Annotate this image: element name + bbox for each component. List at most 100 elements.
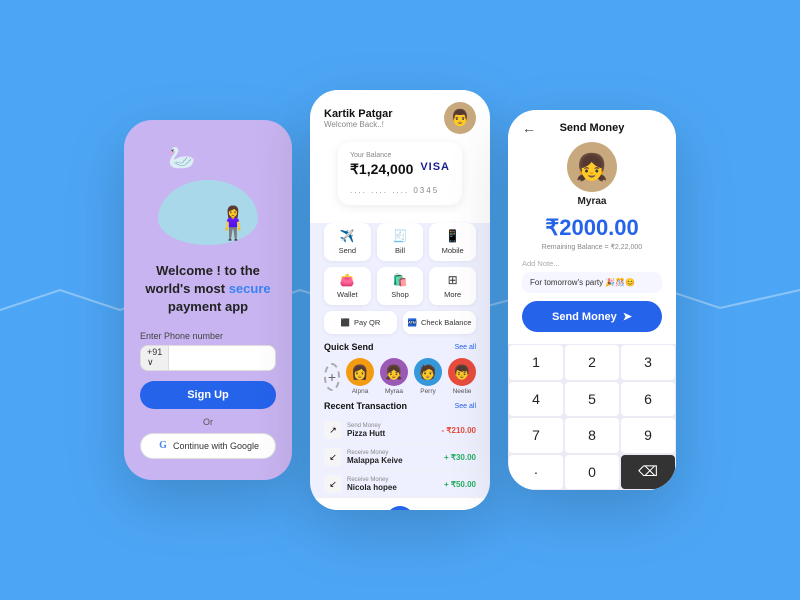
send-money-top: ← Send Money 👧 Myraa ₹2000.00 Remaining …	[508, 110, 676, 344]
txn-info-1: Send Money Pizza Hutt	[347, 423, 385, 438]
key-0[interactable]: 0	[565, 455, 619, 490]
mobile-button[interactable]: 📱 Mobile	[429, 223, 476, 261]
person-icon: 🧍‍♀️	[213, 204, 253, 242]
more-button[interactable]: ⊞ More	[429, 267, 476, 305]
key-1[interactable]: 1	[509, 345, 563, 380]
contact-name-myraa: Myraa	[385, 388, 403, 395]
txn-left-3: ↙ Receive Money Nicola hopee	[324, 475, 397, 493]
txn-icon-2: ↙	[324, 448, 342, 466]
transaction-row-2[interactable]: ↙ Receive Money Malappa Keive + ₹30.00	[324, 444, 476, 471]
balance-icon: 🏧	[408, 318, 417, 327]
country-code-selector[interactable]: +91 ∨	[141, 346, 169, 370]
quick-send-title: Quick Send	[324, 342, 374, 352]
transaction-row-3[interactable]: ↙ Receive Money Nicola hopee + ₹50.00	[324, 471, 476, 498]
contacts-row: + 👩 Alpna 👧 Myraa 🧑 Perry 👦 Neetie	[324, 358, 476, 395]
txn-amount-1: - ₹210.00	[442, 426, 476, 435]
contact-avatar-neetie: 👦	[448, 358, 476, 386]
remaining-balance: Remaining Balance = ₹2,22,000	[522, 243, 662, 251]
transaction-row-1[interactable]: ↗ Send Money Pizza Hutt - ₹210.00	[324, 417, 476, 444]
wide-action-buttons: ⬛ Pay QR 🏧 Check Balance	[310, 311, 490, 334]
txn-info-3: Receive Money Nicola hopee	[347, 477, 397, 492]
quick-send-see-all[interactable]: See all	[455, 344, 476, 351]
recent-transactions-section: Recent Transaction See all ↗ Send Money …	[310, 401, 490, 498]
shop-icon: 🛍️	[393, 273, 408, 287]
send-amount: ₹2000.00	[522, 215, 662, 241]
add-contact-button[interactable]: +	[324, 363, 340, 391]
phone-number-label: Enter Phone number	[140, 331, 223, 341]
contact-neetie[interactable]: 👦 Neetie	[448, 358, 476, 395]
user-info-row: Kartik Patgar Welcome Back..! 👨	[324, 102, 476, 134]
user-avatar[interactable]: 👨	[444, 102, 476, 134]
card-number: .... .... .... 0345	[350, 186, 450, 195]
contact-avatar-myraa: 👧	[380, 358, 408, 386]
signup-button[interactable]: Sign Up	[140, 381, 276, 409]
bill-icon: 🧾	[393, 229, 408, 243]
contact-avatar-perry: 🧑	[414, 358, 442, 386]
key-4[interactable]: 4	[509, 382, 563, 417]
note-label: Add Note...	[522, 259, 662, 268]
quick-send-section: Quick Send See all + 👩 Alpna 👧 Myraa 🧑 P…	[310, 342, 490, 395]
phone-number-input[interactable]	[169, 346, 276, 370]
recent-see-all[interactable]: See all	[455, 403, 476, 410]
dashboard-header: Kartik Patgar Welcome Back..! 👨 Your Bal…	[310, 90, 490, 223]
txn-amount-2: + ₹30.00	[444, 453, 476, 462]
key-8[interactable]: 8	[565, 418, 619, 453]
key-5[interactable]: 5	[565, 382, 619, 417]
send-money-title: Send Money	[560, 122, 625, 134]
txn-name-2: Malappa Keive	[347, 456, 403, 465]
key-dot[interactable]: ·	[509, 455, 563, 490]
txn-icon-3: ↙	[324, 475, 342, 493]
visa-logo: VISA	[420, 161, 450, 173]
txn-left-1: ↗ Send Money Pizza Hutt	[324, 421, 385, 439]
contact-name-alpna: Alpna	[352, 388, 369, 395]
txn-left-2: ↙ Receive Money Malappa Keive	[324, 448, 403, 466]
contact-name-neetie: Neetie	[453, 388, 472, 395]
phones-container: 🦢 🧍‍♀️ Welcome ! to the world's most sec…	[124, 90, 676, 510]
arrow-icon: ➤	[623, 310, 632, 323]
keypad: 1 2 3 4 5 6 7 8 9 · 0 ⌫	[508, 344, 676, 490]
key-9[interactable]: 9	[621, 418, 675, 453]
contact-perry[interactable]: 🧑 Perry	[414, 358, 442, 395]
balance-card: Your Balance ₹1,24,000 VISA .... .... ..…	[338, 142, 462, 205]
send-money-button[interactable]: Send Money ➤	[522, 301, 662, 332]
phone-send-money: ← Send Money 👧 Myraa ₹2000.00 Remaining …	[508, 110, 676, 490]
action-buttons-row1: ✈️ Send 🧾 Bill 📱 Mobile	[310, 223, 490, 261]
contact-avatar-alpna: 👩	[346, 358, 374, 386]
google-icon: G	[157, 440, 169, 452]
add-nav-button[interactable]: +	[386, 506, 414, 510]
key-2[interactable]: 2	[565, 345, 619, 380]
qr-icon: ⬛	[341, 318, 350, 327]
balance-amount: ₹1,24,000	[350, 161, 413, 178]
wallet-button[interactable]: 👛 Wallet	[324, 267, 371, 305]
key-backspace[interactable]: ⌫	[621, 455, 675, 490]
txn-amount-3: + ₹50.00	[444, 480, 476, 489]
txn-icon-1: ↗	[324, 421, 342, 439]
google-signin-button[interactable]: G Continue with Google	[140, 433, 276, 459]
balance-label: Your Balance	[350, 152, 450, 159]
contact-myraa[interactable]: 👧 Myraa	[380, 358, 408, 395]
shop-button[interactable]: 🛍️ Shop	[377, 267, 424, 305]
hero-illustration: 🦢 🧍‍♀️	[153, 140, 263, 250]
bill-button[interactable]: 🧾 Bill	[377, 223, 424, 261]
check-balance-button[interactable]: 🏧 Check Balance	[403, 311, 476, 334]
back-button[interactable]: ←	[522, 120, 536, 136]
action-buttons-row2: 👛 Wallet 🛍️ Shop ⊞ More	[310, 267, 490, 305]
quick-send-header: Quick Send See all	[324, 342, 476, 352]
recent-title: Recent Transaction	[324, 401, 407, 411]
phone-welcome: 🦢 🧍‍♀️ Welcome ! to the world's most sec…	[124, 120, 292, 480]
welcome-back-text: Welcome Back..!	[324, 120, 392, 129]
recipient-name: Myraa	[578, 196, 607, 207]
mobile-icon: 📱	[445, 229, 460, 243]
send-icon: ✈️	[340, 229, 355, 243]
contact-alpna[interactable]: 👩 Alpna	[346, 358, 374, 395]
key-7[interactable]: 7	[509, 418, 563, 453]
phone-dashboard: Kartik Patgar Welcome Back..! 👨 Your Bal…	[310, 90, 490, 510]
more-icon: ⊞	[448, 273, 458, 287]
send-button[interactable]: ✈️ Send	[324, 223, 371, 261]
recent-header: Recent Transaction See all	[324, 401, 476, 411]
key-6[interactable]: 6	[621, 382, 675, 417]
key-3[interactable]: 3	[621, 345, 675, 380]
note-content[interactable]: For tomorrow's party 🎉🎊😊	[522, 272, 662, 293]
pay-qr-button[interactable]: ⬛ Pay QR	[324, 311, 397, 334]
phone-input-container[interactable]: +91 ∨	[140, 345, 276, 371]
